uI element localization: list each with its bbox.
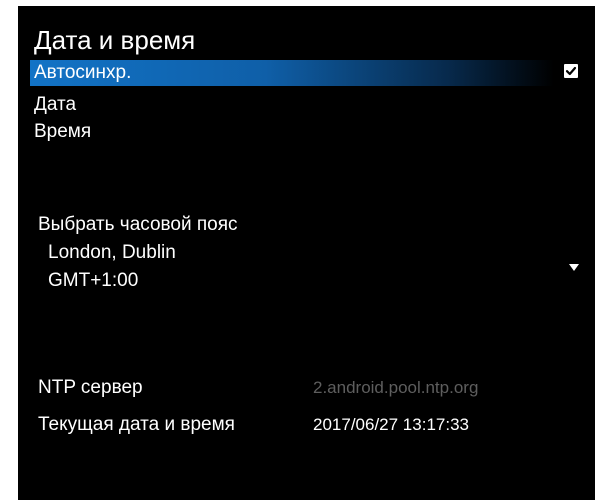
timezone-select-label[interactable]: Выбрать часовой пояс	[38, 212, 238, 238]
checkbox-checked-icon[interactable]	[564, 64, 578, 78]
ntp-server-label: NTP сервер	[38, 377, 143, 398]
current-datetime-value: 2017/06/27 13:17:33	[313, 415, 469, 434]
ntp-server-value: 2.android.pool.ntp.org	[313, 378, 479, 397]
menu-item-time[interactable]: Время	[34, 119, 91, 145]
menu-item-date-label: Дата	[34, 94, 77, 115]
page-title: Дата и время	[34, 25, 196, 55]
menu-item-autosync-label: Автосинхр.	[34, 62, 132, 83]
current-datetime-label: Текущая дата и время	[38, 414, 235, 435]
settings-panel: Дата и время Автосинхр. Дата Время Выбра…	[18, 6, 595, 500]
menu-item-date[interactable]: Дата	[34, 92, 76, 118]
timezone-offset: GMT+1:00	[48, 270, 139, 291]
timezone-city: London, Dublin	[48, 242, 176, 263]
menu-item-autosync[interactable]: Автосинхр.	[30, 60, 554, 86]
menu-item-time-label: Время	[34, 121, 92, 142]
chevron-down-icon[interactable]	[569, 264, 579, 271]
